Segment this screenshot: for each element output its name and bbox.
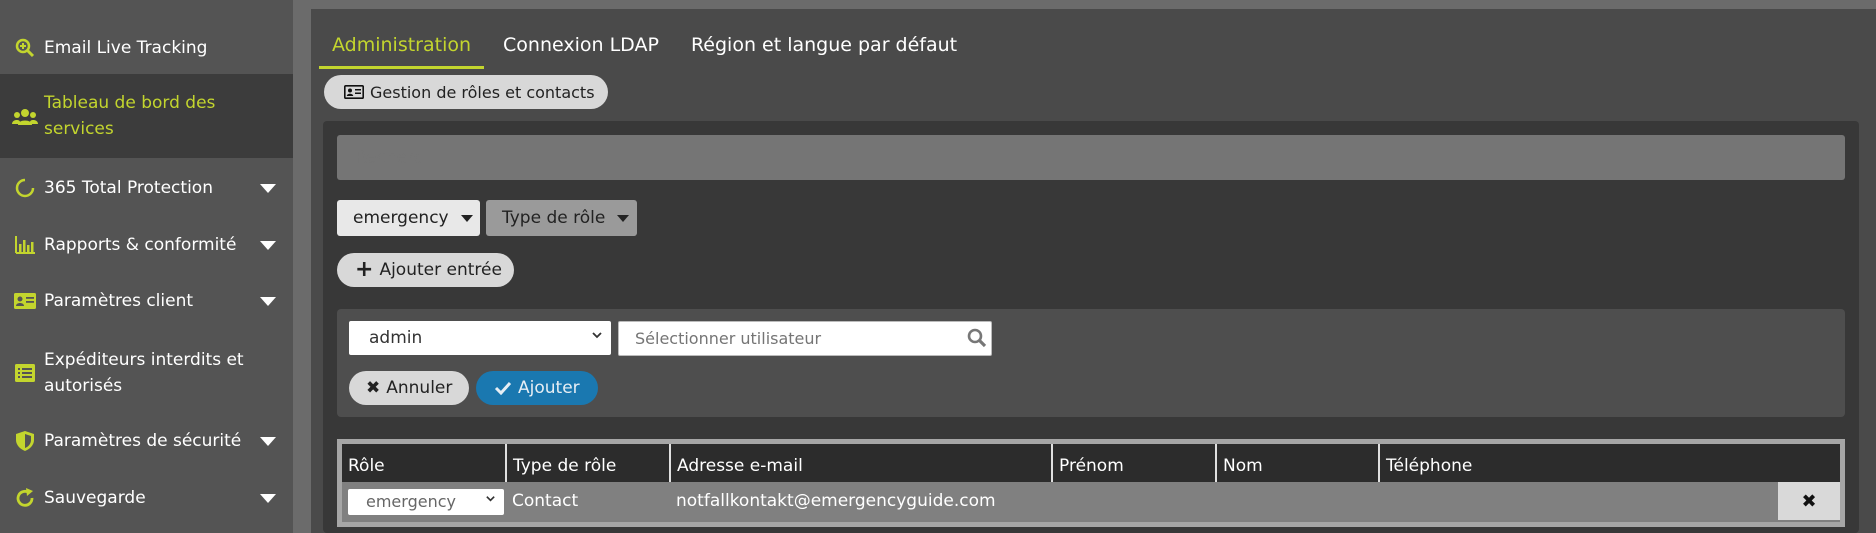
row-role-value: emergency — [366, 492, 456, 511]
sidebar-item-security-settings[interactable]: Paramètres de sécurité — [0, 426, 293, 456]
row-role-type: Contact — [512, 491, 579, 511]
cancel-button[interactable]: ✖ Annuler — [349, 371, 469, 405]
role-select[interactable]: admin — [349, 321, 611, 355]
search-icon[interactable] — [967, 328, 987, 352]
add-button[interactable]: Ajouter — [476, 371, 598, 405]
sidebar-item-services-dashboard[interactable]: Tableau de bord des services — [0, 74, 293, 158]
column-header-role: Rôle — [348, 456, 385, 476]
sidebar-item-label: Expéditeurs interdits et autorisés — [44, 350, 244, 396]
tab-bar: Administration Connexion LDAP Région et … — [319, 25, 976, 69]
chevron-down-icon[interactable] — [260, 436, 276, 446]
refresh-icon — [12, 487, 38, 509]
id-card-icon — [344, 85, 364, 99]
search-input[interactable] — [337, 135, 1845, 180]
add-button-label: Ajouter — [518, 378, 580, 398]
chevron-down-icon[interactable] — [260, 240, 276, 250]
role-filter-dropdown[interactable]: emergency — [337, 200, 480, 236]
plus-icon: + — [355, 257, 374, 282]
role-filter-value: emergency — [353, 208, 449, 228]
role-contacts-button-label: Gestion de rôles et contacts — [370, 82, 595, 102]
table-row: emergency Contact notfallkontakt@emergen… — [342, 482, 1840, 522]
chevron-down-icon — [485, 493, 496, 507]
sidebar-item-blocked-allowed-senders[interactable]: Expéditeurs interdits et autorisés — [0, 345, 293, 401]
role-type-filter-dropdown[interactable]: Type de rôle — [486, 200, 637, 236]
sidebar-item-label: Paramètres client — [44, 291, 194, 311]
tab-administration[interactable]: Administration — [319, 25, 485, 69]
row-email: notfallkontakt@emergencyguide.com — [676, 491, 996, 511]
chevron-down-icon[interactable] — [260, 296, 276, 306]
close-icon: ✖ — [1801, 490, 1817, 512]
sidebar-item-label: Email Live Tracking — [44, 38, 208, 58]
cancel-button-label: Annuler — [386, 378, 453, 398]
sidebar-item-label: Sauvegarde — [44, 488, 146, 508]
check-icon — [494, 381, 512, 395]
sidebar-item-label: Paramètres de sécurité — [44, 431, 242, 451]
bar-chart-icon — [12, 234, 38, 256]
add-entry-button[interactable]: + Ajouter entrée — [337, 253, 514, 287]
list-icon — [12, 362, 38, 384]
tab-region-language[interactable]: Région et langue par défaut — [678, 25, 970, 69]
row-role-select[interactable]: emergency — [348, 489, 504, 515]
role-contacts-button[interactable]: Gestion de rôles et contacts — [324, 75, 608, 109]
sidebar-item-label: 365 Total Protection — [44, 178, 213, 198]
sidebar-item-reports[interactable]: Rapports & conformité — [0, 230, 293, 260]
users-icon — [12, 106, 38, 128]
caret-down-icon — [617, 214, 630, 222]
add-entry-form: admin ✖ Annuler Ajouter — [337, 309, 1845, 417]
id-card-icon — [12, 290, 38, 312]
sidebar: Email Live Tracking Tableau de bord des … — [0, 0, 293, 533]
user-select-input[interactable] — [618, 321, 992, 356]
chevron-down-icon — [591, 329, 603, 345]
sidebar-item-label: Tableau de bord des services — [44, 93, 216, 139]
shield-icon — [12, 430, 38, 452]
role-type-filter-label: Type de rôle — [502, 208, 606, 228]
column-header-email: Adresse e-mail — [669, 444, 1051, 482]
role-select-value: admin — [369, 328, 423, 348]
search-plus-icon — [12, 37, 38, 59]
tab-ldap-connection[interactable]: Connexion LDAP — [490, 25, 672, 69]
circle-arrow-icon — [12, 177, 38, 199]
sidebar-item-365-total-protection[interactable]: 365 Total Protection — [0, 173, 293, 203]
roles-table: Rôle Type de rôle Adresse e-mail Prénom … — [337, 439, 1845, 527]
sidebar-item-client-settings[interactable]: Paramètres client — [0, 286, 293, 316]
column-header-phone: Téléphone — [1378, 444, 1578, 482]
main-content: Administration Connexion LDAP Région et … — [293, 0, 1876, 533]
chevron-down-icon[interactable] — [260, 183, 276, 193]
table-header: Rôle Type de rôle Adresse e-mail Prénom … — [342, 444, 1840, 482]
chevron-down-icon[interactable] — [260, 493, 276, 503]
delete-row-button[interactable]: ✖ — [1778, 482, 1840, 520]
add-entry-label: Ajouter entrée — [379, 260, 502, 280]
roles-panel: emergency Type de rôle + Ajouter entrée … — [323, 121, 1859, 533]
sidebar-item-label: Rapports & conformité — [44, 235, 237, 255]
column-header-last-name: Nom — [1215, 444, 1378, 482]
column-header-role-type: Type de rôle — [505, 444, 669, 482]
sidebar-item-backup[interactable]: Sauvegarde — [0, 483, 293, 513]
caret-down-icon — [460, 214, 473, 222]
close-icon: ✖ — [366, 378, 381, 398]
sidebar-item-email-live-tracking[interactable]: Email Live Tracking — [0, 33, 293, 63]
column-header-first-name: Prénom — [1051, 444, 1215, 482]
